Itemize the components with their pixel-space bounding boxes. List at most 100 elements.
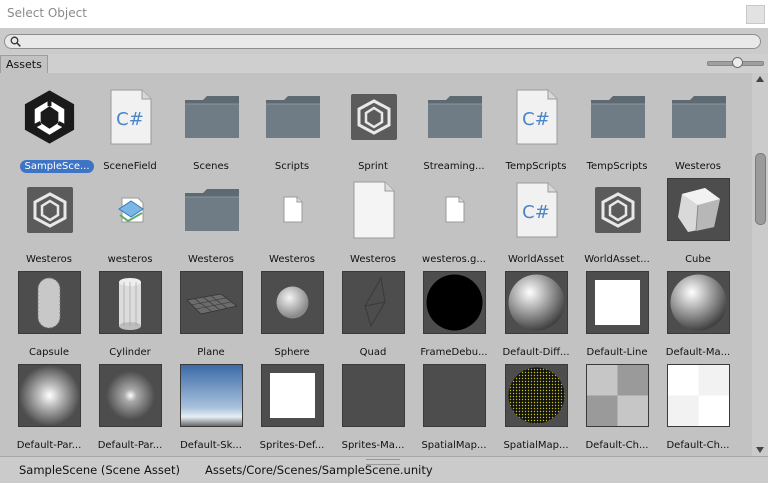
asset-item[interactable]: Scripts [252, 81, 332, 172]
asset-item[interactable]: FrameDebu... [414, 267, 494, 358]
asset-label: SceneField [103, 161, 157, 172]
asset-label: Default-Sk... [180, 440, 242, 451]
asset-item[interactable]: Default-Ch... [577, 360, 657, 451]
grey-sphere-material-icon [668, 272, 729, 333]
asset-item[interactable]: Default-Sk... [171, 360, 251, 451]
asset-item[interactable]: Default-Ma... [658, 267, 738, 358]
unity-scene-small-icon [19, 179, 80, 240]
asset-item[interactable]: Sprites-Def... [252, 360, 332, 451]
asset-item[interactable]: Sphere [252, 267, 332, 358]
asset-label: Default-Ch... [666, 440, 730, 451]
asset-label: WorldAsset [508, 254, 564, 265]
checker-white-icon [668, 365, 729, 426]
asset-label: westeros [107, 254, 153, 265]
csharp-script-icon: C# [506, 86, 567, 147]
asset-label: westeros.g... [422, 254, 486, 265]
skybox-icon [181, 365, 242, 426]
asset-item[interactable]: Cylinder [90, 267, 170, 358]
asset-item[interactable]: Westeros [333, 174, 413, 265]
asset-label: Sprites-Def... [259, 440, 325, 451]
empty-material-icon [343, 365, 404, 426]
svg-text:C#: C# [522, 202, 550, 223]
unity-scene-icon [19, 86, 80, 147]
asset-label: Streaming... [423, 161, 485, 172]
folder-icon [668, 86, 729, 147]
asset-label: Westeros [26, 254, 72, 265]
vertical-scrollbar[interactable] [752, 73, 768, 456]
asset-label: TempScripts [505, 161, 567, 172]
asset-item[interactable]: westeros.g... [414, 174, 494, 265]
asset-item[interactable]: C# TempScripts [496, 81, 576, 172]
sphere-mesh-icon [262, 272, 323, 333]
folder-icon [262, 86, 323, 147]
close-button[interactable] [746, 5, 765, 24]
tab-assets[interactable]: Assets [0, 55, 48, 73]
asset-item[interactable]: SpatialMap... [414, 360, 494, 451]
asset-item[interactable]: Default-Par... [90, 360, 170, 451]
empty-material-icon [424, 365, 485, 426]
lighting-data-icon [100, 179, 161, 240]
asset-label: Westeros [675, 161, 721, 172]
search-input[interactable] [4, 34, 761, 49]
asset-item[interactable]: Quad [333, 267, 413, 358]
particle-glow-icon [19, 365, 80, 426]
asset-item[interactable]: Default-Diff... [496, 267, 576, 358]
window-title: Select Object [7, 6, 87, 20]
asset-label: Scripts [274, 161, 310, 172]
asset-item[interactable]: Cube [658, 174, 738, 265]
search-icon [10, 36, 21, 47]
folder-icon [181, 179, 242, 240]
asset-label: Scenes [193, 161, 229, 172]
capsule-mesh-icon [19, 272, 80, 333]
cube-mesh-icon [668, 179, 729, 240]
asset-item[interactable]: Westeros [171, 174, 251, 265]
asset-label: SpatialMap... [503, 440, 569, 451]
asset-label: Default-Par... [16, 440, 82, 451]
asset-item[interactable]: Scenes [171, 81, 251, 172]
asset-item[interactable]: WorldAsset... [577, 174, 657, 265]
asset-item[interactable]: Default-Par... [9, 360, 89, 451]
asset-item[interactable]: C# SceneField [90, 81, 170, 172]
asset-label: WorldAsset... [584, 254, 650, 265]
asset-label: Westeros [350, 254, 396, 265]
asset-item[interactable]: Plane [171, 267, 251, 358]
asset-item[interactable]: Default-Line [577, 267, 657, 358]
asset-label: Capsule [29, 347, 69, 358]
asset-item[interactable]: Sprites-Ma... [333, 360, 413, 451]
folder-icon [587, 86, 648, 147]
unity-scene-small-icon [587, 179, 648, 240]
asset-item[interactable]: Westeros [9, 174, 89, 265]
scroll-up-arrow-icon[interactable] [756, 76, 764, 82]
asset-item[interactable]: TempScripts [577, 81, 657, 172]
asset-item[interactable]: Default-Ch... [658, 360, 738, 451]
asset-label: Default-Par... [97, 440, 163, 451]
particle-glow-small-icon [100, 365, 161, 426]
svg-text:C#: C# [522, 109, 550, 130]
asset-item[interactable]: SpatialMap... [496, 360, 576, 451]
quad-mesh-icon [343, 272, 404, 333]
asset-item[interactable]: Capsule [9, 267, 89, 358]
scroll-down-arrow-icon[interactable] [756, 447, 764, 453]
asset-label: TempScripts [586, 161, 648, 172]
checker-grey-icon [587, 365, 648, 426]
small-document-icon [262, 179, 323, 240]
asset-label: SpatialMap... [421, 440, 487, 451]
scrollbar-thumb[interactable] [755, 153, 766, 225]
selected-asset-name: SampleScene (Scene Asset) [19, 463, 180, 477]
asset-item[interactable]: SampleSce... [9, 81, 94, 173]
asset-item[interactable]: Westeros [658, 81, 738, 172]
csharp-script-icon: C# [100, 86, 161, 147]
selected-asset-path: Assets/Core/Scenes/SampleScene.unity [205, 463, 433, 477]
plane-mesh-icon [181, 272, 242, 333]
asset-item[interactable]: Westeros [252, 174, 332, 265]
asset-item[interactable]: Streaming... [414, 81, 494, 172]
zoom-slider-thumb[interactable] [732, 57, 743, 68]
asset-item[interactable]: Sprint [333, 81, 413, 172]
asset-item[interactable]: westeros [90, 174, 170, 265]
grey-sphere-material-icon [506, 272, 567, 333]
asset-item[interactable]: C# WorldAsset [496, 174, 576, 265]
folder-icon [424, 86, 485, 147]
white-square-material-icon [587, 272, 648, 333]
unity-scene-small-icon [343, 86, 404, 147]
asset-label: Default-Diff... [502, 347, 570, 358]
